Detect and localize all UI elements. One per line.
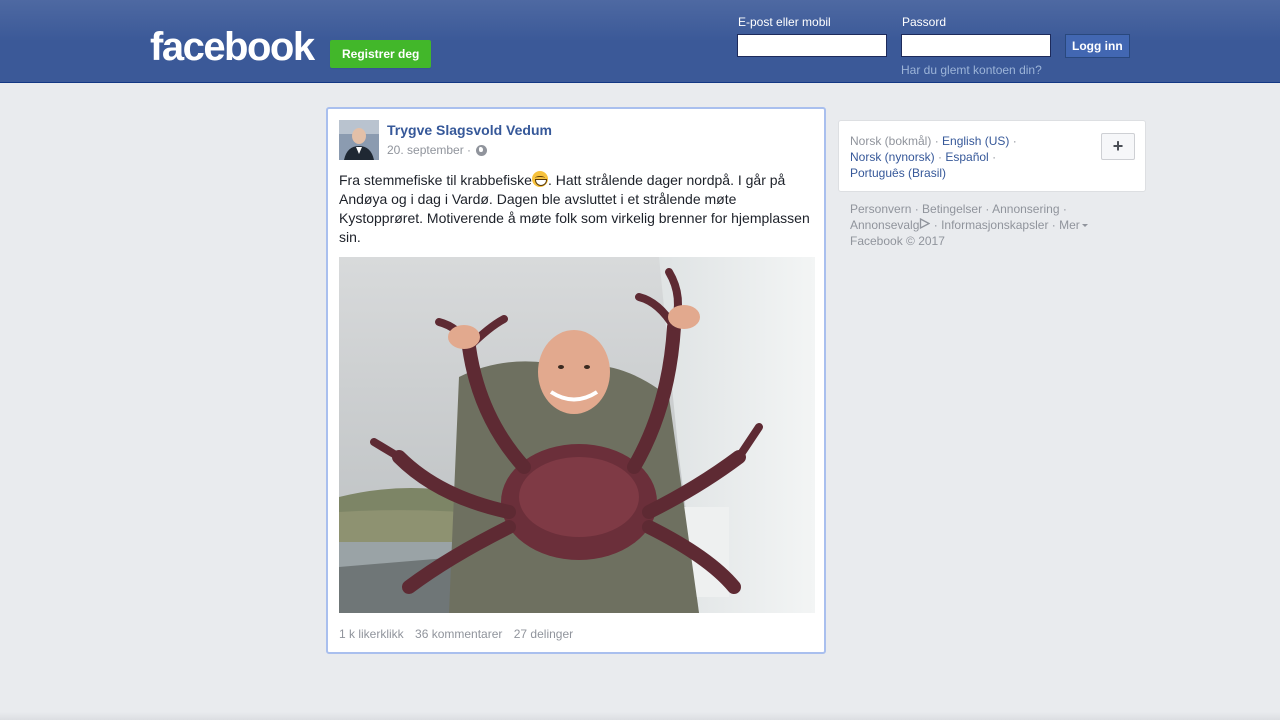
post-card: Trygve Slagsvold Vedum 20. september · F… — [326, 107, 826, 654]
footer-link-more-label: Mer — [1059, 218, 1080, 232]
footer-link-ad-choices[interactable]: Annonsevalg — [850, 218, 919, 232]
footer-link-more[interactable]: Mer — [1059, 218, 1088, 232]
forgot-account-link[interactable]: Har du glemt kontoen din? — [901, 63, 1042, 77]
more-languages-button[interactable]: + — [1101, 133, 1135, 160]
footer-link-cookies[interactable]: Informasjonskapsler — [941, 218, 1048, 232]
bottom-shade — [0, 712, 1280, 720]
password-field[interactable] — [901, 34, 1051, 57]
login-button[interactable]: Logg inn — [1065, 34, 1130, 58]
language-english-us[interactable]: English (US) — [942, 134, 1009, 148]
footer-links: Personvern · Betingelser · Annonsering ·… — [850, 201, 1140, 249]
language-espanol[interactable]: Español — [945, 150, 988, 164]
language-norsk-nynorsk[interactable]: Norsk (nynorsk) — [850, 150, 935, 164]
language-selector: Norsk (bokmål) · English (US) · Norsk (n… — [838, 120, 1146, 192]
post-text-start: Fra stemmefiske til krabbefiske — [339, 172, 532, 188]
top-bar: facebook Registrer deg E-post eller mobi… — [0, 0, 1280, 83]
post-meta: 20. september · — [387, 143, 488, 157]
language-portugues-brasil[interactable]: Português (Brasil) — [850, 166, 946, 180]
email-label: E-post eller mobil — [738, 15, 831, 29]
post-stats: 1 k likerklikk 36 kommentarer 27 delinge… — [339, 627, 581, 641]
likes-count[interactable]: 1 k likerklikk — [339, 627, 404, 641]
author-avatar[interactable] — [339, 120, 379, 160]
facebook-logo[interactable]: facebook — [150, 27, 315, 67]
language-list: Norsk (bokmål) · English (US) · Norsk (n… — [850, 134, 1017, 180]
current-language: Norsk (bokmål) — [850, 134, 932, 148]
footer-link-privacy[interactable]: Personvern — [850, 202, 911, 216]
footer-link-advertising[interactable]: Annonsering — [992, 202, 1059, 216]
footer-link-terms[interactable]: Betingelser — [922, 202, 982, 216]
copyright: Facebook © 2017 — [850, 234, 945, 248]
email-field[interactable] — [737, 34, 887, 57]
caret-down-icon — [1081, 224, 1088, 227]
author-name-link[interactable]: Trygve Slagsvold Vedum — [387, 122, 552, 138]
globe-icon — [476, 144, 488, 156]
shares-count[interactable]: 27 delinger — [514, 627, 573, 641]
post-photo[interactable] — [339, 257, 815, 613]
grinning-emoji-icon — [531, 171, 548, 187]
post-date[interactable]: 20. september · — [387, 143, 471, 157]
comments-count[interactable]: 36 kommentarer — [415, 627, 502, 641]
ad-choices-icon — [920, 218, 931, 229]
password-label: Passord — [902, 15, 947, 29]
post-text: Fra stemmefiske til krabbefiske. Hatt st… — [339, 171, 817, 247]
register-button[interactable]: Registrer deg — [330, 40, 432, 68]
